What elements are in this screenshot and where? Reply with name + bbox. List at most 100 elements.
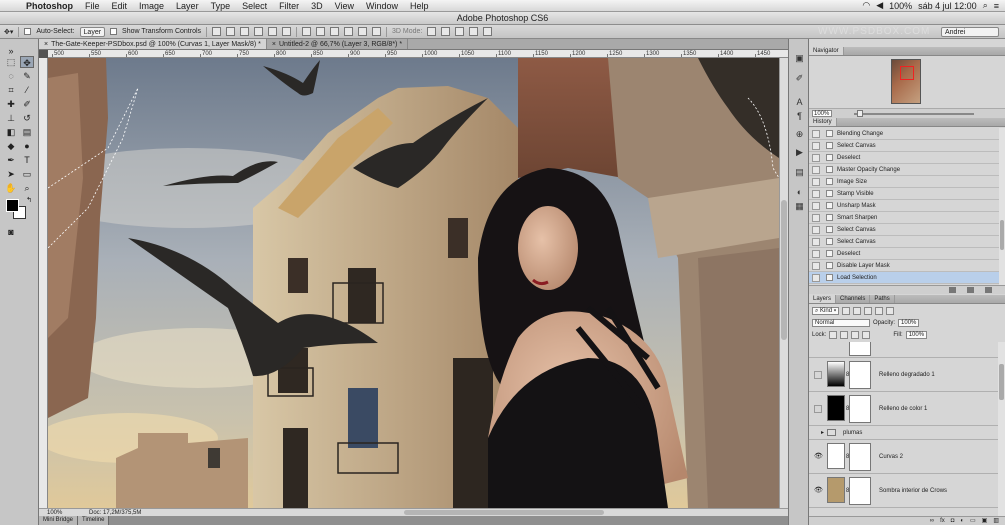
delete-state-icon[interactable] <box>985 287 992 293</box>
scrollbar-thumb[interactable] <box>1000 220 1004 250</box>
history-snapshot-checkbox[interactable] <box>812 225 820 234</box>
new-document-from-state-icon[interactable] <box>949 287 956 293</box>
gradient-tool-icon[interactable]: ▤ <box>20 126 34 138</box>
move-tool-icon[interactable]: ✥ <box>20 56 34 68</box>
adjustments-panel-icon[interactable]: ◐ <box>794 187 805 197</box>
vertical-ruler[interactable] <box>39 58 48 508</box>
layer-name[interactable]: Relleno de color 1 <box>879 406 927 412</box>
styles-panel-icon[interactable]: ▦ <box>794 201 805 211</box>
brush-panel-icon[interactable]: ✐ <box>794 73 805 83</box>
menu-3d[interactable]: 3D <box>305 1 329 11</box>
filter-adjustment-icon[interactable] <box>853 307 862 315</box>
layer-row[interactable]: ▸ plumas <box>809 426 998 440</box>
battery-level[interactable]: 100% <box>889 1 912 11</box>
layer-name[interactable]: Sombra interior de Crows <box>879 488 947 494</box>
lasso-tool-icon[interactable]: ◌ <box>4 70 18 82</box>
align-center-icon[interactable] <box>268 27 278 36</box>
stamp-tool-icon[interactable]: ⊥ <box>4 112 18 124</box>
distribute-middle-icon[interactable] <box>316 27 326 36</box>
swap-colors-icon[interactable]: ↰ <box>22 195 36 207</box>
3d-pan-icon[interactable] <box>455 27 465 36</box>
new-adjustment-icon[interactable]: ◐ <box>960 517 964 525</box>
opacity-input[interactable]: 100% <box>898 319 920 327</box>
tab-untitled-2[interactable]: × Untitled-2 @ 66,7% (Layer 3, RGB/8*) * <box>267 39 409 49</box>
layer-style-icon[interactable]: fx <box>940 517 945 525</box>
filter-shape-icon[interactable] <box>875 307 884 315</box>
search-icon[interactable]: ⌕ <box>983 0 988 11</box>
wifi-icon[interactable]: ◠ <box>862 0 870 11</box>
brush-tool-icon[interactable]: ✐ <box>20 98 34 110</box>
volume-icon[interactable]: ◀ <box>876 0 883 11</box>
move-tool-icon[interactable]: ✥▾ <box>4 28 13 36</box>
history-snapshot-checkbox[interactable] <box>812 237 820 246</box>
layer-name[interactable]: Curvas 2 <box>879 454 903 460</box>
history-snapshot-checkbox[interactable] <box>812 129 820 138</box>
zoom-tool-icon[interactable]: ⌕ <box>20 182 34 194</box>
menu-edit[interactable]: Edit <box>106 1 134 11</box>
3d-scale-icon[interactable] <box>483 27 493 36</box>
align-left-icon[interactable] <box>254 27 264 36</box>
history-item[interactable]: Disable Layer Mask <box>809 260 999 272</box>
type-tool-icon[interactable]: T <box>20 154 34 166</box>
layer-row[interactable]: 👁 8 Curvas 2 <box>809 440 998 474</box>
eraser-tool-icon[interactable]: ◧ <box>4 126 18 138</box>
new-snapshot-icon[interactable] <box>967 287 974 293</box>
blur-tool-icon[interactable]: ◆ <box>4 140 18 152</box>
menu-window[interactable]: Window <box>360 1 404 11</box>
new-layer-icon[interactable]: ▣ <box>982 517 988 525</box>
history-snapshot-checkbox[interactable] <box>812 189 820 198</box>
crop-tool-icon[interactable]: ⌗ <box>4 84 18 96</box>
history-item[interactable]: Image Size <box>809 176 999 188</box>
history-item[interactable]: Deselect <box>809 152 999 164</box>
marquee-tool-icon[interactable]: ⬚ <box>4 56 18 68</box>
path-select-tool-icon[interactable]: ➤ <box>4 168 18 180</box>
menu-file[interactable]: File <box>79 1 106 11</box>
tab-paths[interactable]: Paths <box>870 295 895 303</box>
shape-tool-icon[interactable]: ▭ <box>20 168 34 180</box>
pen-tool-icon[interactable]: ✒ <box>4 154 18 166</box>
menu-view[interactable]: View <box>329 1 360 11</box>
history-snapshot-checkbox[interactable] <box>812 213 820 222</box>
tab-timeline[interactable]: Timeline <box>78 516 110 525</box>
history-item[interactable]: Master Opacity Change <box>809 164 999 176</box>
zoom-level[interactable]: 100% <box>39 509 69 516</box>
history-snapshot-checkbox[interactable] <box>812 261 820 270</box>
transform-controls-checkbox[interactable] <box>110 28 118 35</box>
menu-filter[interactable]: Filter <box>273 1 305 11</box>
link-layers-icon[interactable]: ∞ <box>930 517 934 525</box>
menu-select[interactable]: Select <box>236 1 273 11</box>
align-right-icon[interactable] <box>282 27 292 36</box>
layer-thumb[interactable] <box>827 361 845 387</box>
document-canvas[interactable] <box>48 58 779 508</box>
layer-row[interactable]: 8 Relleno degradado 1 <box>809 358 998 392</box>
filter-pixel-icon[interactable] <box>842 307 851 315</box>
layer-name[interactable]: Relleno degradado 1 <box>879 372 935 378</box>
history-snapshot-checkbox[interactable] <box>812 273 820 282</box>
workspace-dropdown[interactable]: Andrei <box>941 27 999 37</box>
history-snapshot-checkbox[interactable] <box>812 201 820 210</box>
layer-thumb[interactable] <box>827 477 845 503</box>
distribute-top-icon[interactable] <box>302 27 312 36</box>
visibility-eye-icon[interactable]: 👁 <box>814 453 823 461</box>
layer-row[interactable] <box>809 342 998 358</box>
new-group-icon[interactable]: ▭ <box>970 517 976 525</box>
lock-position-icon[interactable] <box>851 331 860 339</box>
visibility-eye-icon[interactable]: 👁 <box>814 487 823 495</box>
tab-history[interactable]: History <box>809 118 837 126</box>
tab-navigator[interactable]: Navigator <box>809 47 844 55</box>
history-snapshot-checkbox[interactable] <box>812 153 820 162</box>
menu-help[interactable]: Help <box>404 1 435 11</box>
history-item[interactable]: Stamp Visible <box>809 188 999 200</box>
navigator-zoom-slider[interactable] <box>854 113 974 115</box>
scrollbar-thumb[interactable] <box>781 200 787 340</box>
foreground-color-swatch[interactable] <box>6 199 19 212</box>
layer-thumb[interactable] <box>827 443 845 469</box>
layer-mask-thumb[interactable] <box>849 443 871 471</box>
list-icon[interactable]: ≡ <box>994 1 999 11</box>
auto-select-dropdown[interactable]: Layer <box>79 26 106 37</box>
navigator-zoom-input[interactable]: 100% <box>812 110 832 117</box>
character-panel-icon[interactable]: A <box>794 97 805 107</box>
history-item[interactable]: Load Selection <box>809 272 999 284</box>
tool-presets-icon[interactable]: ▣ <box>794 53 805 63</box>
history-item[interactable]: Select Canvas <box>809 236 999 248</box>
